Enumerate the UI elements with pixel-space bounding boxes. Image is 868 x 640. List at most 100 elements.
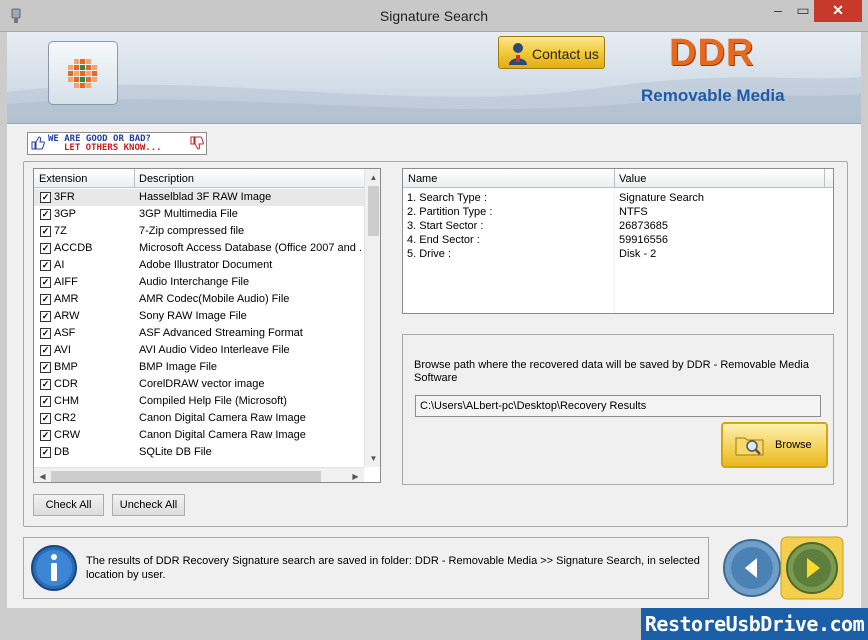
info-row: 2. Partition Type : NTFS — [403, 205, 833, 219]
row-checkbox[interactable]: ✓ — [40, 396, 51, 407]
horizontal-scrollbar[interactable]: ◀ ▶ — [34, 467, 364, 482]
browse-label: Browse — [775, 439, 812, 451]
row-checkbox[interactable]: ✓ — [40, 447, 51, 458]
status-bar: The results of DDR Recovery Signature se… — [23, 537, 709, 599]
scroll-down-arrow-icon[interactable]: ▼ — [365, 450, 380, 467]
row-checkbox[interactable]: ✓ — [40, 294, 51, 305]
horizontal-scroll-thumb[interactable] — [51, 471, 321, 482]
maximize-button[interactable]: ▭ — [792, 0, 814, 22]
description-cell: AMR Codec(Mobile Audio) File — [139, 293, 290, 305]
minimize-button[interactable]: – — [764, 0, 792, 22]
column-header-value[interactable]: Value — [619, 173, 646, 185]
back-button[interactable] — [720, 536, 784, 600]
uncheck-all-button[interactable]: Uncheck All — [112, 494, 185, 516]
info-row-name: 5. Drive : — [407, 248, 452, 260]
list-rows: ✓ 3FR Hasselblad 3F RAW Image ✓ 3GP 3GP Multi… — [34, 189, 364, 461]
extension-cell: CHM — [54, 395, 80, 407]
browse-button[interactable]: Browse — [721, 422, 828, 468]
column-separator[interactable] — [614, 169, 615, 188]
list-item[interactable]: ✓ 7Z 7-Zip compressed file — [34, 223, 364, 240]
column-header-description[interactable]: Description — [139, 173, 194, 185]
info-row-value: 59916556 — [619, 234, 668, 246]
list-item[interactable]: ✓ CRW Canon Digital Camera Raw Image — [34, 427, 364, 444]
description-cell: Compiled Help File (Microsoft) — [139, 395, 287, 407]
list-item[interactable]: ✓ CR2 Canon Digital Camera Raw Image — [34, 410, 364, 427]
info-row-value: 26873685 — [619, 220, 668, 232]
row-checkbox[interactable]: ✓ — [40, 328, 51, 339]
description-cell: CorelDRAW vector image — [139, 378, 265, 390]
list-item[interactable]: ✓ AVI AVI Audio Video Interleave File — [34, 342, 364, 359]
row-checkbox[interactable]: ✓ — [40, 209, 51, 220]
description-cell: Microsoft Access Database (Office 2007 a… — [139, 242, 361, 254]
vertical-scroll-thumb[interactable] — [368, 186, 379, 236]
scroll-up-arrow-icon[interactable]: ▲ — [365, 169, 380, 186]
extension-cell: AMR — [54, 293, 79, 305]
info-row: 4. End Sector : 59916556 — [403, 233, 833, 247]
row-checkbox[interactable]: ✓ — [40, 311, 51, 322]
info-row-name: 4. End Sector : — [407, 234, 480, 246]
contact-us-button[interactable]: Contact us — [498, 36, 605, 69]
row-checkbox[interactable]: ✓ — [40, 226, 51, 237]
row-checkbox[interactable]: ✓ — [40, 430, 51, 441]
info-row-name: 2. Partition Type : — [407, 206, 493, 218]
row-checkbox[interactable]: ✓ — [40, 362, 51, 373]
row-checkbox[interactable]: ✓ — [40, 260, 51, 271]
extension-cell: DB — [54, 446, 70, 458]
row-checkbox[interactable]: ✓ — [40, 243, 51, 254]
list-item[interactable]: ✓ ASF ASF Advanced Streaming Format — [34, 325, 364, 342]
list-item[interactable]: ✓ 3FR Hasselblad 3F RAW Image — [34, 189, 364, 206]
description-cell: Adobe Illustrator Document — [139, 259, 273, 271]
scroll-right-arrow-icon[interactable]: ▶ — [347, 468, 364, 482]
list-item[interactable]: ✓ 3GP 3GP Multimedia File — [34, 206, 364, 223]
next-button[interactable] — [780, 536, 844, 600]
logo-mosaic-icon — [68, 59, 97, 88]
extension-cell: ACCDB — [54, 242, 93, 254]
row-checkbox[interactable]: ✓ — [40, 192, 51, 203]
description-cell: BMP Image File — [139, 361, 218, 373]
list-item[interactable]: ✓ CDR CorelDRAW vector image — [34, 376, 364, 393]
row-checkbox[interactable]: ✓ — [40, 379, 51, 390]
header-banner: Contact us DDR Removable Media — [7, 32, 861, 124]
info-row-name: 3. Start Sector : — [407, 220, 484, 232]
browse-panel: Browse path where the recovered data wil… — [402, 334, 834, 485]
info-row-name: 1. Search Type : — [407, 192, 487, 204]
description-cell: Canon Digital Camera Raw Image — [139, 412, 306, 424]
list-item[interactable]: ✓ AIFF Audio Interchange File — [34, 274, 364, 291]
check-all-button[interactable]: Check All — [33, 494, 104, 516]
scroll-left-arrow-icon[interactable]: ◀ — [34, 468, 51, 482]
description-cell: Hasselblad 3F RAW Image — [139, 191, 272, 203]
status-message: The results of DDR Recovery Signature se… — [86, 555, 700, 581]
info-row: 1. Search Type : Signature Search — [403, 191, 833, 205]
row-checkbox[interactable]: ✓ — [40, 277, 51, 288]
column-header-name[interactable]: Name — [408, 173, 437, 185]
list-item[interactable]: ✓ ACCDB Microsoft Access Database (Office … — [34, 240, 364, 257]
list-header: Extension Description — [34, 169, 364, 188]
file-extension-list[interactable]: Extension Description ✓ 3FR Hasselblad 3F … — [33, 168, 381, 483]
list-item[interactable]: ✓ ARW Sony RAW Image File — [34, 308, 364, 325]
extension-cell: CR2 — [54, 412, 77, 424]
extension-cell: 3GP — [54, 208, 77, 220]
description-cell: Audio Interchange File — [139, 276, 250, 288]
browse-instructions: Browse path where the recovered data wil… — [414, 359, 809, 384]
list-item[interactable]: ✓ CHM Compiled Help File (Microsoft) — [34, 393, 364, 410]
save-path-field[interactable]: C:\Users\ALbert-pc\Desktop\Recovery Resu… — [415, 395, 821, 417]
vertical-scrollbar[interactable]: ▲ ▼ — [364, 169, 380, 467]
list-item[interactable]: ✓ AMR AMR Codec(Mobile Audio) File — [34, 291, 364, 308]
close-button[interactable]: ✕ — [814, 0, 862, 22]
column-header-extension[interactable]: Extension — [39, 173, 87, 185]
support-person-icon — [509, 43, 527, 65]
list-item[interactable]: ✓ DB SQLite DB File — [34, 444, 364, 461]
info-row-value: Disk - 2 — [619, 248, 657, 260]
contact-us-label: Contact us — [532, 46, 599, 62]
extension-cell: AIFF — [54, 276, 78, 288]
column-separator[interactable] — [824, 169, 825, 188]
rate-us-banner[interactable]: WE ARE GOOD OR BAD? LET OTHERS KNOW... — [27, 132, 207, 155]
row-checkbox[interactable]: ✓ — [40, 345, 51, 356]
list-item[interactable]: ✓ BMP BMP Image File — [34, 359, 364, 376]
row-checkbox[interactable]: ✓ — [40, 413, 51, 424]
thumbs-down-icon — [190, 136, 204, 150]
extension-cell: ARW — [54, 310, 80, 322]
list-item[interactable]: ✓ AI Adobe Illustrator Document — [34, 257, 364, 274]
title-bar: Signature Search – ▭ ✕ — [0, 0, 868, 32]
column-separator[interactable] — [134, 169, 135, 188]
